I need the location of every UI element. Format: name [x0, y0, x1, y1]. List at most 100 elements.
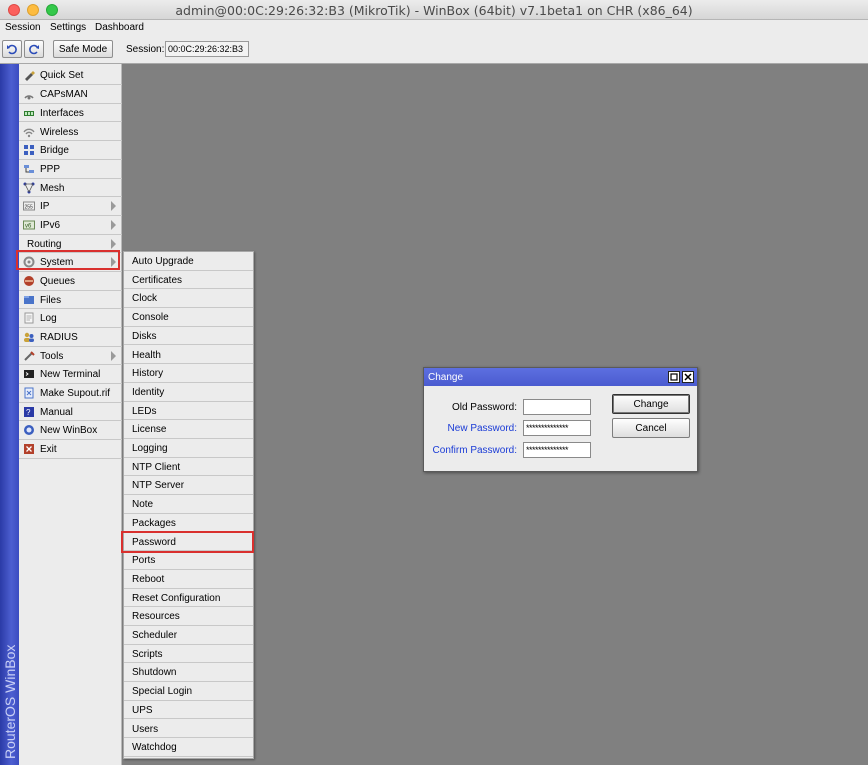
submenu-item-shutdown[interactable]: Shutdown [124, 663, 253, 683]
submenu-item-health[interactable]: Health [124, 346, 253, 365]
submenu-arrow-icon [111, 350, 116, 361]
sidebar-item-label: Quick Set [40, 70, 84, 81]
exit-icon [24, 444, 34, 454]
submenu-item-label: Shutdown [132, 667, 177, 679]
sidebar-item-tools[interactable]: Tools [19, 347, 122, 366]
bridge-icon [24, 145, 34, 155]
submenu-item-auto-upgrade[interactable]: Auto Upgrade [124, 252, 253, 271]
submenu-item-label: NTP Server [132, 480, 185, 492]
ppp-icon [24, 165, 34, 173]
sidebar-item-label: New Terminal [40, 369, 101, 380]
submenu-item-ups[interactable]: UPS [124, 701, 253, 720]
sidebar-item-exit[interactable]: Exit [19, 440, 122, 459]
submenu-item-note[interactable]: Note [124, 495, 253, 514]
submenu-item-label: Identity [132, 386, 165, 398]
manual-icon: ? [24, 406, 34, 417]
menu-dashboard[interactable]: Dashboard [95, 22, 144, 33]
new-password-field[interactable]: ************** [523, 420, 591, 436]
sidebar-item-label: Queues [40, 276, 76, 287]
sidebar-item-make-supout-rif[interactable]: Make Supout.rif [19, 384, 122, 403]
submenu-item-certificates[interactable]: Certificates [124, 271, 253, 290]
sidebar-item-new-terminal[interactable]: New Terminal [19, 365, 122, 384]
submenu-item-label: History [132, 368, 164, 380]
submenu-item-label: Auto Upgrade [132, 256, 194, 267]
submenu-item-label: Packages [132, 517, 176, 529]
submenu-item-ports[interactable]: Ports [124, 551, 253, 570]
sidebar-item-interfaces[interactable]: Interfaces [19, 104, 122, 123]
submenu-item-reboot[interactable]: Reboot [124, 570, 253, 589]
sidebar-item-radius[interactable]: RADIUS [19, 328, 122, 347]
system-highlight-box [16, 250, 120, 270]
dialog-restore-button[interactable] [668, 371, 680, 383]
session-label: Session: [126, 44, 165, 55]
submenu-item-scripts[interactable]: Scripts [124, 645, 253, 664]
winbox-icon [24, 425, 34, 435]
sidebar-item-capsman[interactable]: CAPsMAN [19, 85, 122, 104]
submenu-item-history[interactable]: History [124, 364, 253, 383]
submenu-item-reset-configuration[interactable]: Reset Configuration [124, 589, 253, 608]
menubar: Session Settings Dashboard [0, 20, 868, 36]
sidebar-item-files[interactable]: Files [19, 291, 122, 310]
sidebar-item-quick-set[interactable]: Quick Set [19, 66, 122, 85]
submenu-item-disks[interactable]: Disks [124, 327, 253, 346]
safe-mode-button[interactable]: Safe Mode [53, 40, 113, 58]
queues-icon [24, 276, 34, 286]
window-titlebar: admin@00:0C:29:26:32:B3 (MikroTik) - Win… [0, 0, 868, 20]
dialog-close-button[interactable] [682, 371, 694, 383]
submenu-item-console[interactable]: Console [124, 308, 253, 327]
sidebar-item-new-winbox[interactable]: New WinBox [19, 421, 122, 440]
submenu-item-ntp-client[interactable]: NTP Client [124, 458, 253, 477]
sidebar-item-mesh[interactable]: Mesh [19, 179, 122, 198]
submenu-item-packages[interactable]: Packages [124, 514, 253, 533]
submenu-item-ntp-server[interactable]: NTP Server [124, 476, 253, 496]
dialog-titlebar[interactable]: Change [424, 368, 697, 386]
window-title: admin@00:0C:29:26:32:B3 (MikroTik) - Win… [175, 3, 693, 18]
submenu-item-license[interactable]: License [124, 420, 253, 439]
menu-session[interactable]: Session [5, 22, 41, 33]
submenu-item-scheduler[interactable]: Scheduler [124, 626, 253, 645]
svg-text:v6: v6 [25, 224, 32, 230]
svg-text:?: ? [26, 408, 31, 417]
submenu-item-special-login[interactable]: Special Login [124, 682, 253, 701]
redo-icon [29, 44, 39, 55]
menu-settings[interactable]: Settings [50, 22, 86, 33]
submenu-item-label: Reboot [132, 573, 165, 585]
confirm-password-field[interactable]: ************** [523, 442, 591, 458]
log-icon [24, 312, 34, 324]
submenu-item-watchdog[interactable]: Watchdog [124, 738, 253, 757]
sidebar-item-queues[interactable]: Queues [19, 272, 122, 291]
submenu-item-label: Watchdog [132, 742, 177, 754]
new-password-label: New Password: [447, 423, 517, 434]
svg-text:RouterOS WinBox: RouterOS WinBox [2, 645, 18, 759]
sidebar-item-wireless[interactable]: Wireless [19, 123, 122, 142]
capsman-icon [24, 95, 34, 100]
submenu-item-clock[interactable]: Clock [124, 289, 253, 309]
submenu-item-logging[interactable]: Logging [124, 439, 253, 458]
redo-button[interactable] [24, 40, 44, 58]
sidebar-item-manual[interactable]: ? Manual [19, 403, 122, 422]
session-field[interactable]: 00:0C:29:26:32:B3 [165, 41, 249, 57]
submenu-item-label: Clock [132, 293, 158, 305]
submenu-item-identity[interactable]: Identity [124, 383, 253, 402]
submenu-item-users[interactable]: Users [124, 720, 253, 739]
sidebar-item-label: Wireless [40, 126, 79, 138]
cancel-button[interactable]: Cancel [612, 418, 690, 438]
submenu-item-label: Special Login [132, 686, 193, 698]
sidebar-item-ppp[interactable]: PPP [19, 160, 122, 179]
mesh-icon [23, 182, 35, 193]
submenu-arrow-icon [111, 201, 116, 211]
change-button[interactable]: Change [612, 394, 690, 414]
sidebar-item-bridge[interactable]: Bridge [19, 141, 122, 160]
sidebar-item-ip[interactable]: 255 IP [19, 197, 122, 216]
sidebar-item-ipv6[interactable]: v6 IPv6 [19, 216, 122, 235]
submenu-item-leds[interactable]: LEDs [124, 402, 253, 421]
sidebar-item-log[interactable]: Log [19, 309, 122, 328]
submenu-item-label: Certificates [132, 274, 183, 286]
submenu-item-resources[interactable]: Resources [124, 607, 253, 626]
system-submenu: Auto Upgrade Certificates Clock Console Disk… [123, 251, 254, 759]
svg-text:255: 255 [25, 205, 34, 211]
undo-button[interactable] [2, 40, 22, 58]
old-password-field[interactable] [523, 399, 591, 415]
sidebar-item-label: Manual [40, 406, 73, 418]
sidebar-item-label: Log [40, 313, 57, 324]
